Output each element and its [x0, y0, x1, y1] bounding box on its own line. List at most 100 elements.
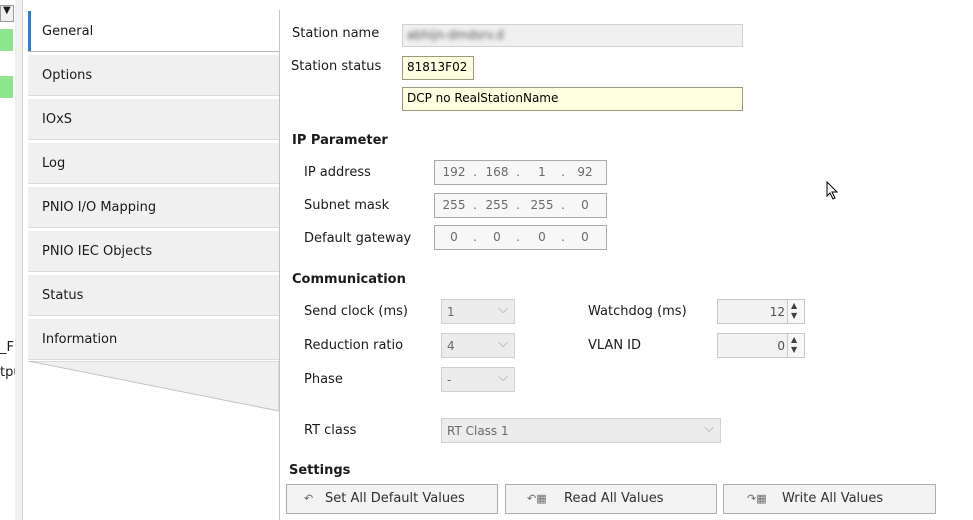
ip-dot: .: [561, 230, 565, 244]
button-label: Write All Values: [782, 491, 884, 506]
button-label: Set All Default Values: [325, 491, 465, 506]
ip-dot: .: [473, 198, 477, 212]
subnet-mask-input[interactable]: 255 . 255 . 255 . 0: [434, 193, 607, 218]
watchdog-value: 12: [769, 305, 785, 319]
phase-value: -: [447, 373, 452, 387]
subnet-mask-label: Subnet mask: [304, 198, 390, 213]
tab-pnio-io-mapping[interactable]: PNIO I/O Mapping: [28, 186, 279, 228]
tab-log[interactable]: Log: [28, 142, 279, 184]
station-name-label: Station name: [292, 26, 380, 41]
set-all-default-values-button[interactable]: ↶ Set All Default Values: [286, 484, 498, 514]
chevron-down-icon: ⌵: [498, 370, 508, 385]
ip-octet: 1: [538, 165, 546, 179]
watchdog-label: Watchdog (ms): [588, 304, 687, 319]
chevron-down-icon: ⌵: [498, 302, 508, 317]
mouse-pointer-icon: [826, 181, 839, 200]
ip-dot: .: [473, 165, 477, 179]
spin-down-icon[interactable]: ▼: [791, 311, 797, 320]
ip-octet: 0: [450, 230, 458, 244]
splitter-line: [22, 0, 23, 520]
tab-label: Options: [42, 68, 93, 83]
spinner-buttons[interactable]: ▲ ▼: [787, 300, 804, 323]
ip-octet: 0: [538, 230, 546, 244]
read-all-values-button[interactable]: ↶▦ Read All Values: [505, 484, 717, 514]
read-device-icon: ↶▦: [527, 492, 547, 505]
button-label: Read All Values: [564, 491, 664, 506]
tab-label: Log: [42, 156, 66, 171]
vlan-id-spinner[interactable]: 0 ▲ ▼: [717, 333, 805, 358]
vlan-id-label: VLAN ID: [588, 338, 642, 353]
default-gateway-input[interactable]: 0 . 0 . 0 . 0: [434, 225, 607, 250]
rt-class-label: RT class: [304, 423, 357, 438]
tab-label: IOxS: [42, 112, 73, 127]
send-clock-label: Send clock (ms): [304, 304, 408, 319]
tab-label: General: [42, 24, 94, 39]
reduction-ratio-label: Reduction ratio: [304, 338, 404, 353]
tab-pnio-iec-objects[interactable]: PNIO IEC Objects: [28, 230, 279, 272]
reset-arrow-icon: ↶: [304, 492, 314, 505]
ip-dot: .: [561, 198, 565, 212]
send-clock-value: 1: [447, 305, 455, 319]
spinner-buttons[interactable]: ▲ ▼: [787, 334, 804, 357]
rt-class-select[interactable]: RT Class 1 ⌵: [441, 418, 721, 443]
settings-heading: Settings: [289, 463, 351, 478]
chevron-down-icon: ⌵: [498, 336, 508, 351]
spin-up-icon[interactable]: ▲: [791, 335, 797, 344]
tab-list: General Options IOxS Log PNIO I/O Mappin…: [28, 10, 280, 520]
green-status-indicator: [0, 76, 13, 98]
station-status-code: 81813F02: [402, 56, 474, 80]
reduction-ratio-value: 4: [447, 339, 455, 353]
write-all-values-button[interactable]: ↷▦ Write All Values: [723, 484, 936, 514]
phase-label: Phase: [304, 372, 343, 387]
tab-status[interactable]: Status: [28, 274, 279, 316]
reduction-ratio-select[interactable]: 4 ⌵: [441, 333, 515, 358]
ip-dot: .: [516, 230, 520, 244]
tab-label: PNIO IEC Objects: [42, 244, 153, 259]
vlan-id-value: 0: [777, 339, 785, 353]
send-clock-select[interactable]: 1 ⌵: [441, 299, 515, 324]
ip-octet: 168: [485, 165, 509, 179]
spin-up-icon[interactable]: ▲: [791, 301, 797, 310]
communication-heading: Communication: [292, 272, 406, 287]
ip-parameter-heading: IP Parameter: [292, 133, 388, 148]
ip-dot: .: [516, 198, 520, 212]
tab-information[interactable]: Information: [28, 318, 279, 360]
left-text-fragment: tpu: [0, 365, 15, 380]
default-gateway-label: Default gateway: [304, 231, 412, 246]
ip-address-label: IP address: [304, 165, 371, 180]
phase-select[interactable]: - ⌵: [441, 367, 515, 392]
tab-list-bottom-shape: [28, 361, 280, 411]
ip-octet: 192: [442, 165, 466, 179]
tab-general[interactable]: General: [28, 10, 280, 52]
chevron-down-icon: ⌵: [704, 421, 714, 436]
ip-octet: 0: [493, 230, 501, 244]
ip-octet: 0: [581, 198, 589, 212]
ip-dot: .: [473, 230, 477, 244]
ip-octet: 255: [442, 198, 466, 212]
ip-dot: .: [516, 165, 520, 179]
ip-address-input[interactable]: 192 . 168 . 1 . 92: [434, 160, 607, 185]
ip-octet: 255: [530, 198, 554, 212]
green-status-indicator: [0, 29, 13, 51]
rt-class-value: RT Class 1: [447, 424, 509, 438]
tab-label: Status: [42, 288, 84, 303]
ip-octet: 255: [485, 198, 509, 212]
ip-dot: .: [561, 165, 565, 179]
station-status-label: Station status: [291, 59, 382, 74]
spin-down-icon[interactable]: ▼: [791, 345, 797, 354]
chevron-down-icon: ▼: [3, 5, 11, 16]
left-text-fragment: _F: [0, 340, 14, 355]
write-device-icon: ↷▦: [747, 492, 767, 505]
tab-label: Information: [42, 332, 118, 347]
tab-content-border: [279, 10, 280, 520]
watchdog-spinner[interactable]: 12 ▲ ▼: [717, 299, 805, 324]
tab-ioxs[interactable]: IOxS: [28, 98, 279, 140]
station-name-value: abhijn-dmdsrv.d: [407, 28, 504, 42]
tab-label: PNIO I/O Mapping: [42, 200, 157, 215]
tab-options[interactable]: Options: [28, 54, 279, 96]
ip-octet: 92: [577, 165, 593, 179]
station-status-message: DCP no RealStationName: [402, 87, 743, 111]
left-dropdown-fragment[interactable]: ▼: [0, 5, 14, 22]
station-name-field[interactable]: abhijn-dmdsrv.d: [402, 24, 743, 47]
ip-octet: 0: [581, 230, 589, 244]
